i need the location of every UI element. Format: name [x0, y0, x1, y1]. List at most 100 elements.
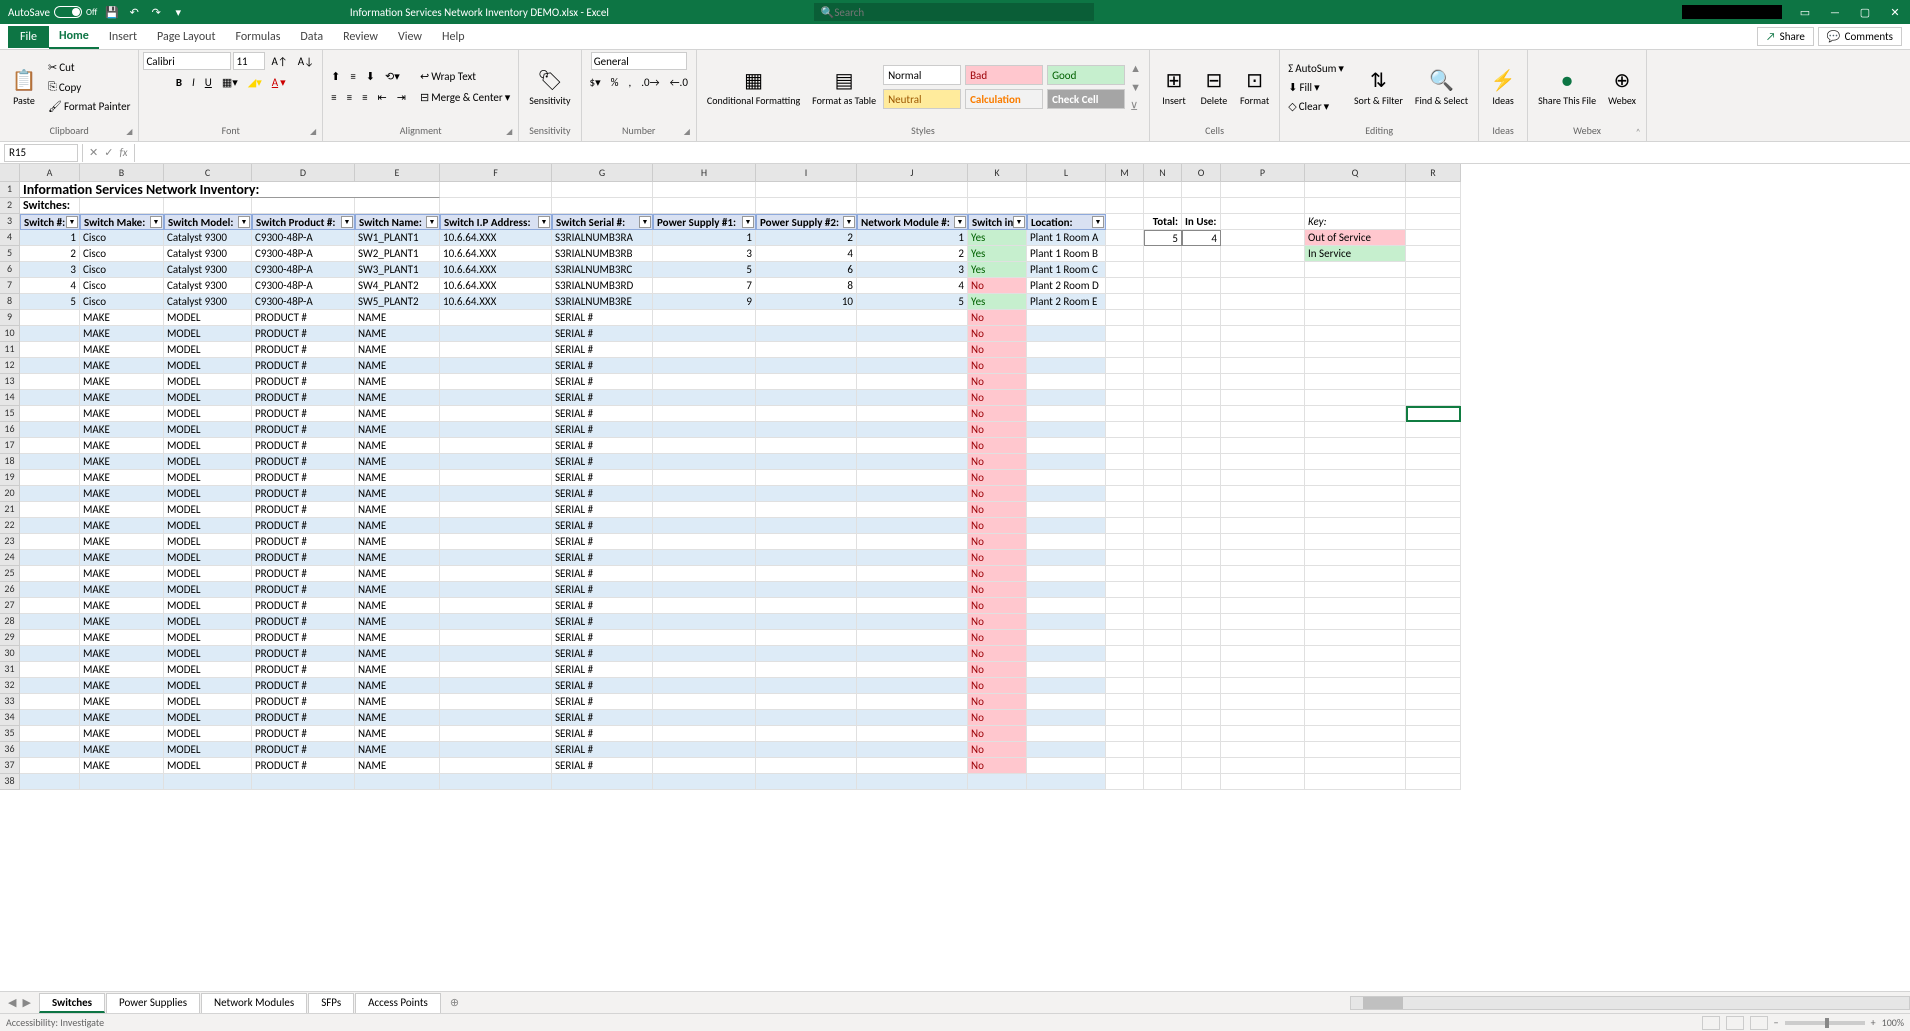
styles-down-icon[interactable]: ▼: [1126, 79, 1145, 96]
cell[interactable]: [1406, 662, 1461, 678]
table-cell[interactable]: [756, 646, 857, 662]
table-cell[interactable]: [756, 438, 857, 454]
row-header[interactable]: 23: [0, 534, 20, 550]
column-header[interactable]: G: [552, 164, 653, 182]
table-cell[interactable]: MAKE: [80, 758, 164, 774]
page-break-view-icon[interactable]: [1750, 1016, 1768, 1030]
cell[interactable]: [1144, 598, 1182, 614]
cell[interactable]: [1406, 774, 1461, 790]
table-cell[interactable]: [756, 486, 857, 502]
cell[interactable]: [1106, 662, 1144, 678]
table-cell[interactable]: [756, 342, 857, 358]
table-cell[interactable]: [20, 742, 80, 758]
table-cell[interactable]: [440, 758, 552, 774]
cell[interactable]: [1305, 550, 1406, 566]
cell[interactable]: [1144, 646, 1182, 662]
align-left-icon[interactable]: ≡: [327, 89, 340, 106]
table-cell[interactable]: SERIAL #: [552, 566, 653, 582]
cell[interactable]: [1182, 774, 1221, 790]
table-cell[interactable]: MODEL: [164, 646, 252, 662]
cell[interactable]: [1406, 470, 1461, 486]
column-header[interactable]: B: [80, 164, 164, 182]
table-cell[interactable]: 3: [653, 246, 756, 262]
row-header[interactable]: 26: [0, 582, 20, 598]
cell[interactable]: [1182, 182, 1221, 198]
table-cell[interactable]: [653, 390, 756, 406]
table-cell[interactable]: [857, 518, 968, 534]
table-cell[interactable]: [756, 710, 857, 726]
cell[interactable]: [1305, 262, 1406, 278]
table-cell[interactable]: No: [968, 646, 1027, 662]
summary-total-label[interactable]: Total:: [1144, 214, 1182, 230]
table-cell[interactable]: [440, 598, 552, 614]
table-cell[interactable]: Plant 1 Room B: [1027, 246, 1106, 262]
cell[interactable]: [1406, 342, 1461, 358]
filter-dropdown-icon[interactable]: ▼: [843, 216, 855, 228]
cell[interactable]: [1221, 262, 1305, 278]
row-header[interactable]: 11: [0, 342, 20, 358]
cell[interactable]: [1182, 374, 1221, 390]
table-cell[interactable]: Plant 2 Room D: [1027, 278, 1106, 294]
table-cell[interactable]: [653, 486, 756, 502]
table-cell[interactable]: [440, 326, 552, 342]
table-cell[interactable]: [653, 326, 756, 342]
table-cell[interactable]: MODEL: [164, 438, 252, 454]
cell[interactable]: [1406, 358, 1461, 374]
row-header[interactable]: 27: [0, 598, 20, 614]
table-cell[interactable]: MAKE: [80, 470, 164, 486]
cell[interactable]: [1106, 342, 1144, 358]
cell[interactable]: [1106, 454, 1144, 470]
table-cell[interactable]: Catalyst 9300: [164, 294, 252, 310]
table-cell[interactable]: [20, 406, 80, 422]
ribbon-display-icon[interactable]: ▭: [1798, 5, 1812, 19]
table-cell[interactable]: Cisco: [80, 294, 164, 310]
table-cell[interactable]: MAKE: [80, 582, 164, 598]
table-cell[interactable]: PRODUCT #: [252, 694, 355, 710]
table-cell[interactable]: [653, 550, 756, 566]
cell[interactable]: [1106, 742, 1144, 758]
cell[interactable]: [1406, 198, 1461, 214]
cell[interactable]: [1221, 726, 1305, 742]
table-cell[interactable]: MAKE: [80, 310, 164, 326]
cell[interactable]: [1406, 630, 1461, 646]
cell[interactable]: [1144, 662, 1182, 678]
table-cell[interactable]: [756, 454, 857, 470]
table-cell[interactable]: [756, 678, 857, 694]
table-cell[interactable]: PRODUCT #: [252, 470, 355, 486]
table-cell[interactable]: Yes: [968, 230, 1027, 246]
table-cell[interactable]: [857, 406, 968, 422]
column-header[interactable]: L: [1027, 164, 1106, 182]
scrollbar-thumb[interactable]: [1363, 997, 1403, 1009]
cell[interactable]: [1182, 486, 1221, 502]
table-header[interactable]: Location:▼: [1027, 214, 1106, 230]
table-cell[interactable]: MODEL: [164, 614, 252, 630]
cell[interactable]: [1221, 358, 1305, 374]
cell[interactable]: [1305, 726, 1406, 742]
cell[interactable]: [1182, 406, 1221, 422]
row-header[interactable]: 14: [0, 390, 20, 406]
cell[interactable]: [440, 198, 552, 214]
table-cell[interactable]: [857, 694, 968, 710]
cell[interactable]: [1182, 278, 1221, 294]
cell[interactable]: [1182, 422, 1221, 438]
table-cell[interactable]: No: [968, 662, 1027, 678]
table-cell[interactable]: [1027, 342, 1106, 358]
filter-dropdown-icon[interactable]: ▼: [639, 216, 651, 228]
cell[interactable]: [1305, 438, 1406, 454]
cell[interactable]: [1182, 694, 1221, 710]
column-header[interactable]: J: [857, 164, 968, 182]
cell[interactable]: [1305, 326, 1406, 342]
table-cell[interactable]: 5: [857, 294, 968, 310]
table-cell[interactable]: [20, 310, 80, 326]
share-button[interactable]: ↗Share: [1757, 27, 1814, 46]
cell[interactable]: [1182, 342, 1221, 358]
search-box[interactable]: 🔍: [814, 3, 1094, 21]
table-cell[interactable]: [1027, 438, 1106, 454]
cell[interactable]: [1406, 326, 1461, 342]
table-cell[interactable]: Yes: [968, 246, 1027, 262]
table-cell[interactable]: MAKE: [80, 326, 164, 342]
cell[interactable]: [1406, 294, 1461, 310]
align-middle-icon[interactable]: ≡: [346, 68, 359, 85]
table-cell[interactable]: [440, 582, 552, 598]
table-cell[interactable]: Cisco: [80, 246, 164, 262]
